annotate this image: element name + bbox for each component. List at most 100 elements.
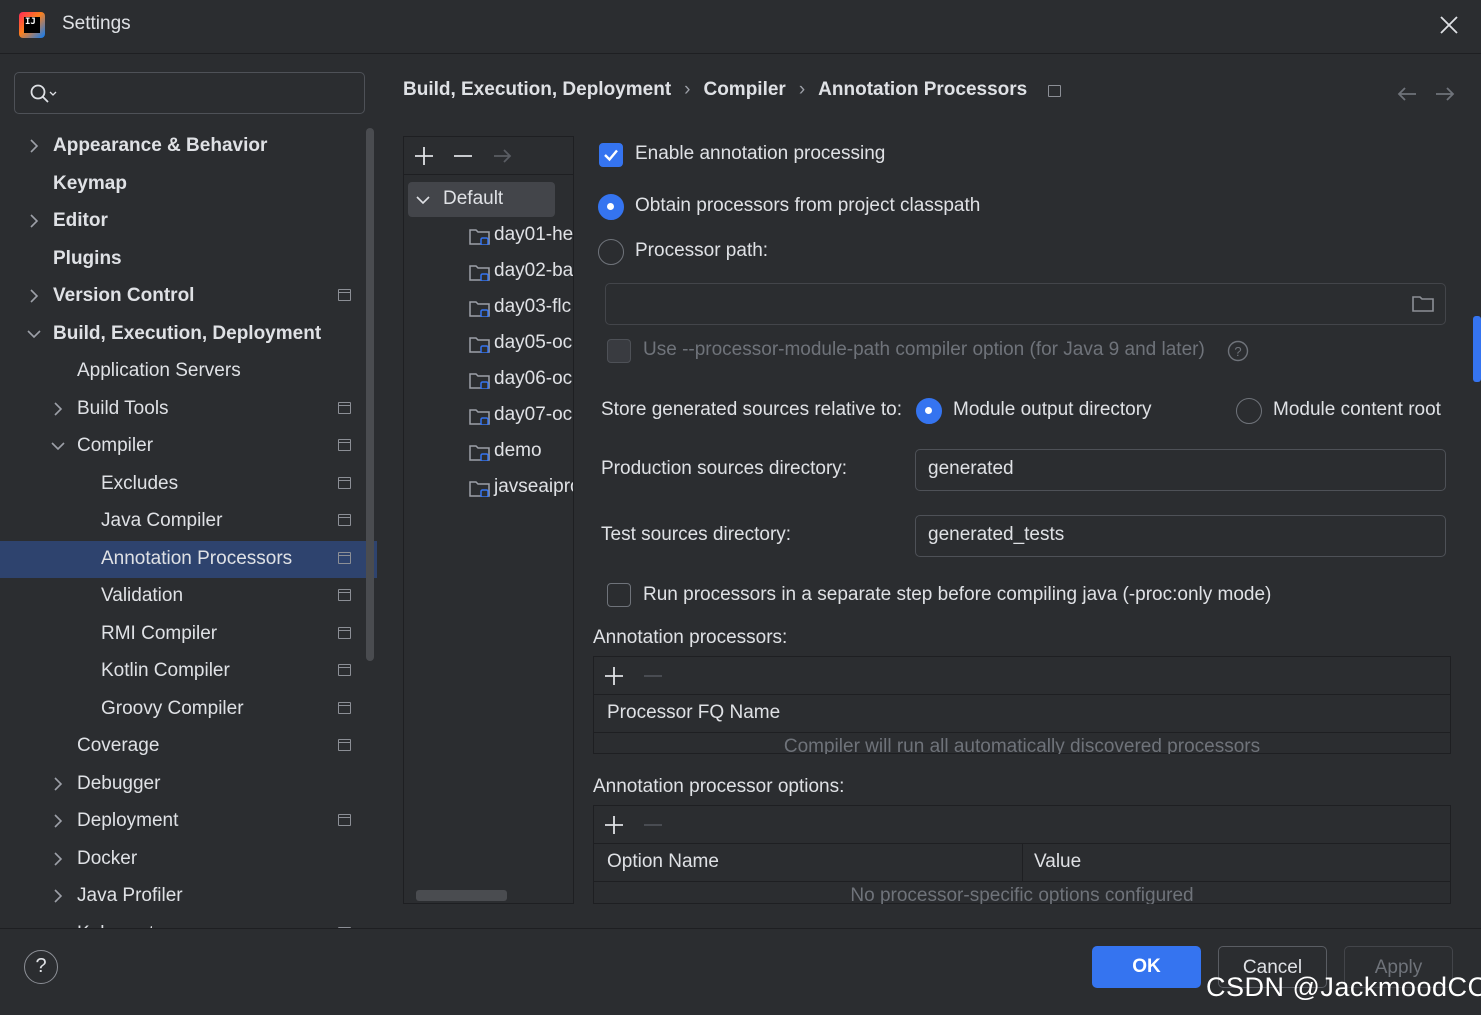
module-folder-icon bbox=[469, 265, 490, 281]
processor-module-path-checkbox[interactable] bbox=[607, 339, 631, 363]
sidebar-item-label: Keymap bbox=[53, 172, 127, 194]
chevron-right-icon[interactable] bbox=[51, 776, 65, 792]
column-divider bbox=[1022, 844, 1023, 881]
sidebar-item[interactable]: Appearance & Behavior bbox=[0, 128, 377, 165]
module-folder-icon bbox=[469, 409, 490, 425]
obtain-from-classpath-radio[interactable] bbox=[598, 194, 624, 220]
help-question-icon[interactable]: ? bbox=[1227, 340, 1249, 367]
module-item[interactable]: demo bbox=[466, 438, 573, 468]
settings-tree-scrollbar[interactable] bbox=[366, 128, 374, 661]
sidebar-item[interactable]: Build, Execution, Deployment bbox=[0, 316, 377, 353]
test-sources-input[interactable]: generated_tests bbox=[915, 515, 1446, 557]
sidebar-item[interactable]: Plugins bbox=[0, 241, 377, 278]
module-item[interactable]: day03-flc bbox=[466, 294, 573, 324]
sidebar-item[interactable]: Version Control bbox=[0, 278, 377, 315]
add-option-button[interactable] bbox=[603, 814, 625, 836]
module-item[interactable]: day06-oc bbox=[466, 366, 573, 396]
add-processor-button[interactable] bbox=[603, 665, 625, 687]
profile-default[interactable]: Default bbox=[408, 182, 555, 217]
production-sources-input[interactable]: generated bbox=[915, 449, 1446, 491]
module-item[interactable]: day01-he bbox=[466, 222, 573, 252]
breadcrumb-item-annotation-processors: Annotation Processors bbox=[818, 79, 1028, 100]
module-item[interactable]: day07-oc bbox=[466, 402, 573, 432]
window-title: Settings bbox=[62, 13, 131, 34]
chevron-right-icon[interactable] bbox=[27, 138, 41, 154]
close-button[interactable] bbox=[1436, 12, 1462, 38]
content-scrollbar[interactable] bbox=[1473, 316, 1481, 382]
ok-button[interactable]: OK bbox=[1092, 946, 1201, 988]
sidebar-item[interactable]: RMI Compiler bbox=[0, 616, 377, 653]
help-button[interactable]: ? bbox=[24, 950, 58, 984]
options-table-header: Option Name Value bbox=[594, 844, 1450, 882]
module-item[interactable]: day05-oc bbox=[466, 330, 573, 360]
remove-option-button[interactable] bbox=[642, 814, 664, 836]
module-label: day02-ba bbox=[494, 260, 574, 281]
forward-button[interactable] bbox=[1433, 84, 1457, 109]
chevron-right-icon[interactable] bbox=[27, 288, 41, 304]
processors-empty-text: Compiler will run all automatically disc… bbox=[783, 736, 1261, 754]
settings-tree[interactable]: Appearance & Behavior Keymap Editor Plugins… bbox=[0, 128, 377, 928]
processor-path-field[interactable] bbox=[605, 283, 1446, 325]
remove-profile-button[interactable] bbox=[452, 145, 474, 167]
sidebar-item[interactable]: Kubernetes bbox=[0, 916, 377, 928]
module-item[interactable]: javseaipro bbox=[466, 474, 574, 504]
chevron-down-icon[interactable] bbox=[51, 438, 65, 454]
breadcrumb-item-compiler[interactable]: Compiler bbox=[703, 79, 785, 101]
svg-text:?: ? bbox=[1234, 344, 1241, 359]
breadcrumb-separator-icon: › bbox=[684, 79, 691, 100]
settings-search-input[interactable] bbox=[14, 72, 365, 114]
sidebar-item[interactable]: Validation bbox=[0, 578, 377, 615]
sidebar-item[interactable]: Excludes bbox=[0, 466, 377, 503]
chevron-right-icon[interactable] bbox=[51, 401, 65, 417]
remove-processor-button[interactable] bbox=[642, 665, 664, 687]
breadcrumb-separator-icon: › bbox=[798, 79, 806, 100]
sidebar-item[interactable]: Kotlin Compiler bbox=[0, 653, 377, 690]
chevron-right-icon[interactable] bbox=[51, 888, 65, 904]
project-level-icon bbox=[338, 401, 351, 414]
sidebar-item[interactable]: Deployment bbox=[0, 803, 377, 840]
chevron-right-icon[interactable] bbox=[51, 851, 65, 867]
watermark-text: CSDN @JackmoodCC bbox=[1206, 972, 1481, 1002]
processor-fq-name-column[interactable]: Processor FQ Name bbox=[607, 702, 780, 724]
sidebar-item[interactable]: Coverage bbox=[0, 728, 377, 765]
sidebar-item[interactable]: Compiler bbox=[0, 428, 377, 465]
sidebar-item[interactable]: Groovy Compiler bbox=[0, 691, 377, 728]
sidebar-item[interactable]: Keymap bbox=[0, 166, 377, 203]
chevron-right-icon[interactable] bbox=[27, 213, 41, 229]
option-name-column[interactable]: Option Name bbox=[607, 851, 719, 873]
browse-folder-button[interactable] bbox=[1411, 293, 1435, 318]
add-profile-button[interactable] bbox=[413, 145, 435, 167]
proc-only-checkbox[interactable] bbox=[607, 583, 631, 607]
sidebar-item[interactable]: Annotation Processors bbox=[0, 540, 377, 578]
profile-horizontal-scrollbar[interactable] bbox=[416, 890, 507, 901]
sidebar-item[interactable]: Debugger bbox=[0, 766, 377, 803]
sidebar-item[interactable]: Docker bbox=[0, 841, 377, 878]
sidebar-item[interactable]: Editor bbox=[0, 203, 377, 240]
project-level-icon bbox=[338, 701, 351, 714]
module-output-directory-radio[interactable] bbox=[916, 398, 942, 424]
back-button[interactable] bbox=[1395, 84, 1419, 109]
module-label: javseaipro bbox=[494, 476, 574, 497]
enable-annotation-processing-checkbox[interactable] bbox=[599, 143, 623, 167]
sidebar-item-label: Build Tools bbox=[77, 397, 169, 419]
chevron-down-icon[interactable] bbox=[27, 326, 41, 342]
store-relative-label: Store generated sources relative to: bbox=[601, 399, 903, 420]
module-item[interactable]: day02-ba bbox=[466, 258, 574, 288]
project-level-icon bbox=[338, 589, 351, 601]
breadcrumb-item-build[interactable]: Build, Execution, Deployment bbox=[403, 79, 671, 101]
module-content-root-label: Module content root bbox=[1273, 399, 1441, 420]
arrow-right-icon bbox=[494, 149, 512, 163]
processor-path-radio[interactable] bbox=[598, 239, 624, 265]
move-to-profile-button[interactable] bbox=[491, 145, 513, 167]
sidebar-item-label: Coverage bbox=[77, 735, 160, 756]
sidebar-item[interactable]: Java Profiler bbox=[0, 878, 377, 915]
sidebar-item[interactable]: Java Compiler bbox=[0, 503, 377, 540]
module-folder-icon bbox=[469, 481, 490, 497]
sidebar-item[interactable]: Build Tools bbox=[0, 391, 377, 428]
value-column[interactable]: Value bbox=[1034, 851, 1081, 873]
module-folder-icon bbox=[469, 229, 490, 245]
module-content-root-radio[interactable] bbox=[1236, 398, 1262, 424]
sidebar-item[interactable]: Application Servers bbox=[0, 353, 377, 390]
chevron-right-icon[interactable] bbox=[51, 813, 65, 829]
sidebar-item-label: Appearance & Behavior bbox=[53, 135, 268, 156]
